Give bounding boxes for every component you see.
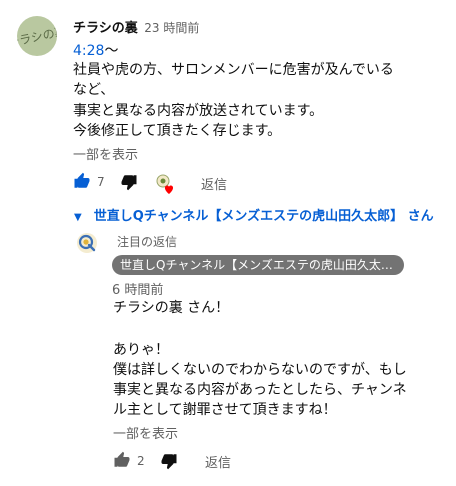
comment-text-line: 事実と異なる内容が放送されています。 xyxy=(73,103,324,119)
reply-like-count: 2 xyxy=(137,454,145,468)
reply-button[interactable]: 返信 xyxy=(201,174,227,193)
replies-toggle-label: 世直しQチャンネル【メンズエステの虎山田久太郎】 さん xyxy=(93,209,434,224)
timestamp-link[interactable]: 4:28 xyxy=(73,43,104,59)
comment-timestamp-line: 4:28〜 xyxy=(73,40,118,60)
replies-toggle[interactable]: ▼ 世直しQチャンネル【メンズエステの虎山田久太郎】 さん xyxy=(74,205,434,224)
thumbs-up-icon[interactable] xyxy=(73,172,91,190)
commenter-avatar[interactable]: チラシの裏 xyxy=(17,16,57,56)
thumbs-down-icon[interactable] xyxy=(160,452,178,470)
pinned-reply-label: 注目の返信 xyxy=(117,235,178,249)
timestamp-suffix: 〜 xyxy=(104,43,119,59)
chevron-down-icon: ▼ xyxy=(74,212,82,223)
comment-text-line: 社員や虎の方、サロンメンバーに危害が及んでいる xyxy=(73,62,394,78)
creator-heart-icon xyxy=(155,173,177,195)
channel-avatar-icon[interactable] xyxy=(76,232,98,254)
reply-text-line: 事実と異なる内容があったとしたら、チャンネ xyxy=(113,382,407,398)
comment-time[interactable]: 23 時間前 xyxy=(144,21,199,35)
thumbs-up-icon[interactable] xyxy=(113,451,131,469)
comment-author[interactable]: チラシの裏 xyxy=(73,21,138,36)
thumbs-down-icon[interactable] xyxy=(120,173,138,191)
reply-text-line: ありゃ！ xyxy=(113,342,169,358)
comment-text-line: など、 xyxy=(73,82,115,98)
reply-reply-button[interactable]: 返信 xyxy=(205,452,231,471)
reply-author-chip[interactable]: 世直しQチャンネル【メンズエステの虎山田久太郎】 xyxy=(112,255,404,275)
like-count: 7 xyxy=(97,175,105,189)
reply-text-line: ル主として謝罪させて頂きますね！ xyxy=(113,402,337,418)
reply-text-line: 僕は詳しくないのでわからないのですが、もし xyxy=(113,362,407,378)
show-more-link[interactable]: 一部を表示 xyxy=(73,144,138,163)
comment-header: チラシの裏 23 時間前 xyxy=(73,17,199,36)
reply-time[interactable]: 6 時間前 xyxy=(112,279,163,298)
reply-text-line: チラシの裏 さん！ xyxy=(113,300,230,316)
reply-show-more-link[interactable]: 一部を表示 xyxy=(113,423,178,442)
comment-text-line: 今後修正して頂きたく存じます。 xyxy=(73,123,282,139)
avatar-lettering: チラシの裏 xyxy=(17,23,57,50)
